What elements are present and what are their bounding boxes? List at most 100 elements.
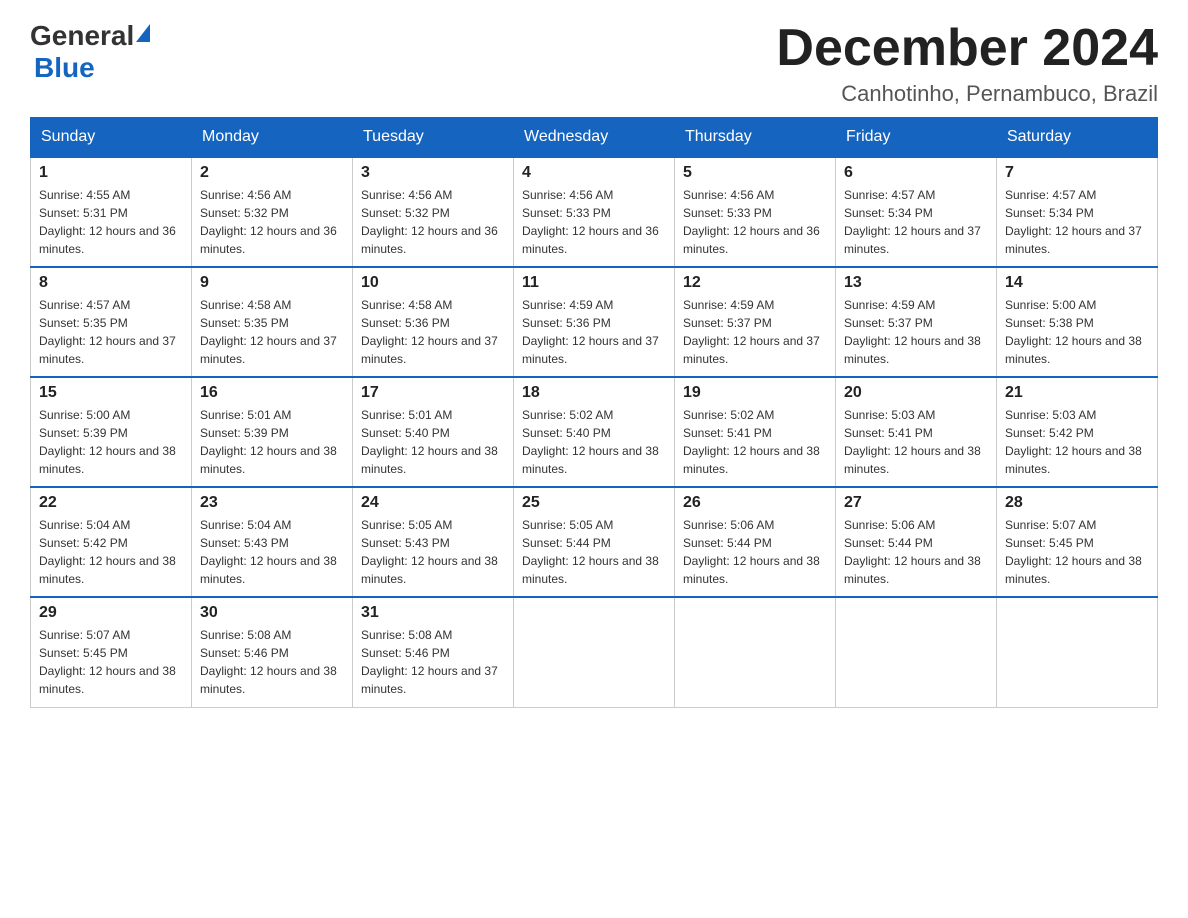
day-info: Sunrise: 4:56 AMSunset: 5:33 PMDaylight:… [683,186,827,258]
calendar-cell: 31Sunrise: 5:08 AMSunset: 5:46 PMDayligh… [353,597,514,707]
calendar-cell: 28 Sunrise: 5:07 AMSunset: 5:45 PMDayligh… [997,487,1158,597]
day-number: 27 [844,494,988,512]
day-info: Sunrise: 5:04 AMSunset: 5:43 PMDaylight:… [200,516,344,588]
calendar-cell: 30 Sunrise: 5:08 AMSunset: 5:46 PMDayligh… [192,597,353,707]
calendar-header-thursday: Thursday [675,118,836,158]
day-number: 19 [683,384,827,402]
day-info: Sunrise: 5:06 AMSunset: 5:44 PMDaylight:… [844,516,988,588]
day-info: Sunrise: 5:07 AMSunset: 5:45 PMDaylight:… [1005,516,1149,588]
day-info: Sunrise: 5:08 AMSunset: 5:46 PMDaylight:… [200,626,344,698]
day-number: 17 [361,384,505,402]
logo: General Blue [30,20,150,84]
calendar-cell: 8Sunrise: 4:57 AMSunset: 5:35 PMDaylight… [31,267,192,377]
day-number: 11 [522,274,666,292]
day-number: 29 [39,604,183,622]
day-number: 25 [522,494,666,512]
calendar-header-tuesday: Tuesday [353,118,514,158]
calendar-cell: 15Sunrise: 5:00 AMSunset: 5:39 PMDayligh… [31,377,192,487]
day-info: Sunrise: 4:59 AMSunset: 5:36 PMDaylight:… [522,296,666,368]
calendar-cell: 20 Sunrise: 5:03 AMSunset: 5:41 PMDayligh… [836,377,997,487]
day-number: 5 [683,164,827,182]
day-number: 4 [522,164,666,182]
day-info: Sunrise: 5:05 AMSunset: 5:43 PMDaylight:… [361,516,505,588]
calendar-cell [836,597,997,707]
calendar-cell [675,597,836,707]
calendar-cell: 5 Sunrise: 4:56 AMSunset: 5:33 PMDaylight… [675,157,836,267]
day-number: 2 [200,164,344,182]
day-number: 28 [1005,494,1149,512]
day-info: Sunrise: 5:05 AMSunset: 5:44 PMDaylight:… [522,516,666,588]
calendar-week-row: 8Sunrise: 4:57 AMSunset: 5:35 PMDaylight… [31,267,1158,377]
calendar-cell: 10Sunrise: 4:58 AMSunset: 5:36 PMDayligh… [353,267,514,377]
logo-blue-text: Blue [34,52,95,84]
day-info: Sunrise: 4:57 AMSunset: 5:35 PMDaylight:… [39,296,183,368]
day-info: Sunrise: 5:03 AMSunset: 5:42 PMDaylight:… [1005,406,1149,478]
calendar-cell: 16 Sunrise: 5:01 AMSunset: 5:39 PMDayligh… [192,377,353,487]
day-number: 6 [844,164,988,182]
day-info: Sunrise: 4:57 AMSunset: 5:34 PMDaylight:… [844,186,988,258]
calendar-cell: 29 Sunrise: 5:07 AMSunset: 5:45 PMDayligh… [31,597,192,707]
calendar-cell [997,597,1158,707]
day-info: Sunrise: 4:58 AMSunset: 5:35 PMDaylight:… [200,296,344,368]
day-info: Sunrise: 5:02 AMSunset: 5:41 PMDaylight:… [683,406,827,478]
calendar-header-saturday: Saturday [997,118,1158,158]
day-number: 7 [1005,164,1149,182]
calendar-header-monday: Monday [192,118,353,158]
day-number: 20 [844,384,988,402]
calendar-cell: 22Sunrise: 5:04 AMSunset: 5:42 PMDayligh… [31,487,192,597]
day-info: Sunrise: 5:01 AMSunset: 5:40 PMDaylight:… [361,406,505,478]
title-block: December 2024 Canhotinho, Pernambuco, Br… [776,20,1158,107]
calendar-week-row: 22Sunrise: 5:04 AMSunset: 5:42 PMDayligh… [31,487,1158,597]
calendar-cell: 25 Sunrise: 5:05 AMSunset: 5:44 PMDayligh… [514,487,675,597]
day-info: Sunrise: 5:01 AMSunset: 5:39 PMDaylight:… [200,406,344,478]
day-info: Sunrise: 4:56 AMSunset: 5:32 PMDaylight:… [200,186,344,258]
month-title: December 2024 [776,20,1158,77]
day-number: 23 [200,494,344,512]
day-info: Sunrise: 5:06 AMSunset: 5:44 PMDaylight:… [683,516,827,588]
calendar-week-row: 29 Sunrise: 5:07 AMSunset: 5:45 PMDayligh… [31,597,1158,707]
day-info: Sunrise: 4:56 AMSunset: 5:32 PMDaylight:… [361,186,505,258]
calendar-week-row: 15Sunrise: 5:00 AMSunset: 5:39 PMDayligh… [31,377,1158,487]
calendar-header-friday: Friday [836,118,997,158]
calendar-header-row: SundayMondayTuesdayWednesdayThursdayFrid… [31,118,1158,158]
calendar-cell: 9 Sunrise: 4:58 AMSunset: 5:35 PMDaylight… [192,267,353,377]
calendar-week-row: 1 Sunrise: 4:55 AMSunset: 5:31 PMDaylight… [31,157,1158,267]
day-info: Sunrise: 5:00 AMSunset: 5:39 PMDaylight:… [39,406,183,478]
day-number: 26 [683,494,827,512]
calendar-cell: 26 Sunrise: 5:06 AMSunset: 5:44 PMDayligh… [675,487,836,597]
day-number: 22 [39,494,183,512]
calendar-cell: 23 Sunrise: 5:04 AMSunset: 5:43 PMDayligh… [192,487,353,597]
location-title: Canhotinho, Pernambuco, Brazil [776,81,1158,107]
calendar-cell: 21 Sunrise: 5:03 AMSunset: 5:42 PMDayligh… [997,377,1158,487]
calendar-cell: 14Sunrise: 5:00 AMSunset: 5:38 PMDayligh… [997,267,1158,377]
day-info: Sunrise: 4:56 AMSunset: 5:33 PMDaylight:… [522,186,666,258]
day-number: 24 [361,494,505,512]
day-info: Sunrise: 4:59 AMSunset: 5:37 PMDaylight:… [683,296,827,368]
page-header: General Blue December 2024 Canhotinho, P… [30,20,1158,107]
day-info: Sunrise: 5:08 AMSunset: 5:46 PMDaylight:… [361,626,505,698]
day-number: 12 [683,274,827,292]
calendar-cell: 27 Sunrise: 5:06 AMSunset: 5:44 PMDayligh… [836,487,997,597]
day-info: Sunrise: 5:03 AMSunset: 5:41 PMDaylight:… [844,406,988,478]
logo-general-text: General [30,20,134,52]
calendar-cell: 13Sunrise: 4:59 AMSunset: 5:37 PMDayligh… [836,267,997,377]
calendar-table: SundayMondayTuesdayWednesdayThursdayFrid… [30,117,1158,708]
calendar-header-sunday: Sunday [31,118,192,158]
calendar-cell: 1 Sunrise: 4:55 AMSunset: 5:31 PMDaylight… [31,157,192,267]
day-number: 30 [200,604,344,622]
day-number: 14 [1005,274,1149,292]
day-info: Sunrise: 5:07 AMSunset: 5:45 PMDaylight:… [39,626,183,698]
calendar-cell: 2 Sunrise: 4:56 AMSunset: 5:32 PMDaylight… [192,157,353,267]
day-info: Sunrise: 4:59 AMSunset: 5:37 PMDaylight:… [844,296,988,368]
calendar-cell: 17 Sunrise: 5:01 AMSunset: 5:40 PMDayligh… [353,377,514,487]
calendar-header-wednesday: Wednesday [514,118,675,158]
day-number: 1 [39,164,183,182]
day-number: 9 [200,274,344,292]
calendar-cell: 11 Sunrise: 4:59 AMSunset: 5:36 PMDayligh… [514,267,675,377]
calendar-cell: 24 Sunrise: 5:05 AMSunset: 5:43 PMDayligh… [353,487,514,597]
calendar-cell: 4 Sunrise: 4:56 AMSunset: 5:33 PMDaylight… [514,157,675,267]
day-number: 21 [1005,384,1149,402]
day-number: 10 [361,274,505,292]
day-number: 16 [200,384,344,402]
day-info: Sunrise: 4:55 AMSunset: 5:31 PMDaylight:… [39,186,183,258]
